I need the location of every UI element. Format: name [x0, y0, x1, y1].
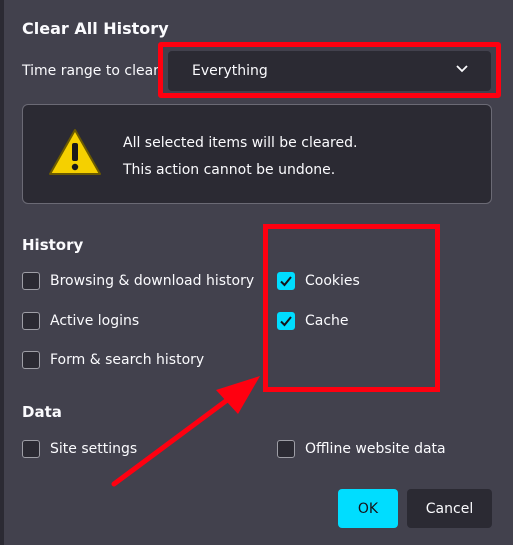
- warning-text-line1: All selected items will be cleared.: [123, 135, 358, 151]
- highlight-box-time-range: [158, 42, 501, 98]
- checkbox-label: Offline website data: [305, 441, 446, 457]
- form-search-history-checkbox[interactable]: [22, 351, 40, 369]
- warning-icon: [49, 129, 101, 175]
- warning-box: All selected items will be cleared. This…: [22, 104, 492, 204]
- warning-text-line2: This action cannot be undone.: [123, 162, 336, 178]
- dialog-title: Clear All History: [22, 19, 169, 38]
- time-range-label: Time range to clear:: [22, 63, 164, 79]
- form-search-history-checkbox-row[interactable]: Form & search history: [22, 350, 204, 370]
- history-heading: History: [22, 236, 84, 254]
- cancel-button[interactable]: Cancel: [407, 489, 492, 528]
- offline-data-checkbox-row[interactable]: Offline website data: [277, 439, 446, 459]
- site-settings-checkbox[interactable]: [22, 440, 40, 458]
- offline-data-checkbox[interactable]: [277, 440, 295, 458]
- annotation-arrow: [111, 376, 260, 487]
- browsing-history-checkbox[interactable]: [22, 272, 40, 290]
- checkbox-label: Active logins: [50, 313, 140, 329]
- checkbox-label: Form & search history: [50, 352, 205, 368]
- highlight-box-cookies-cache: [263, 224, 440, 392]
- background-window-edge: [0, 0, 4, 545]
- active-logins-checkbox[interactable]: [22, 312, 40, 330]
- browsing-history-checkbox-row[interactable]: Browsing & download history: [22, 271, 254, 291]
- data-heading: Data: [22, 403, 62, 421]
- checkbox-label: Browsing & download history: [50, 273, 255, 289]
- active-logins-checkbox-row[interactable]: Active logins: [22, 311, 139, 331]
- ok-button[interactable]: OK: [338, 489, 398, 528]
